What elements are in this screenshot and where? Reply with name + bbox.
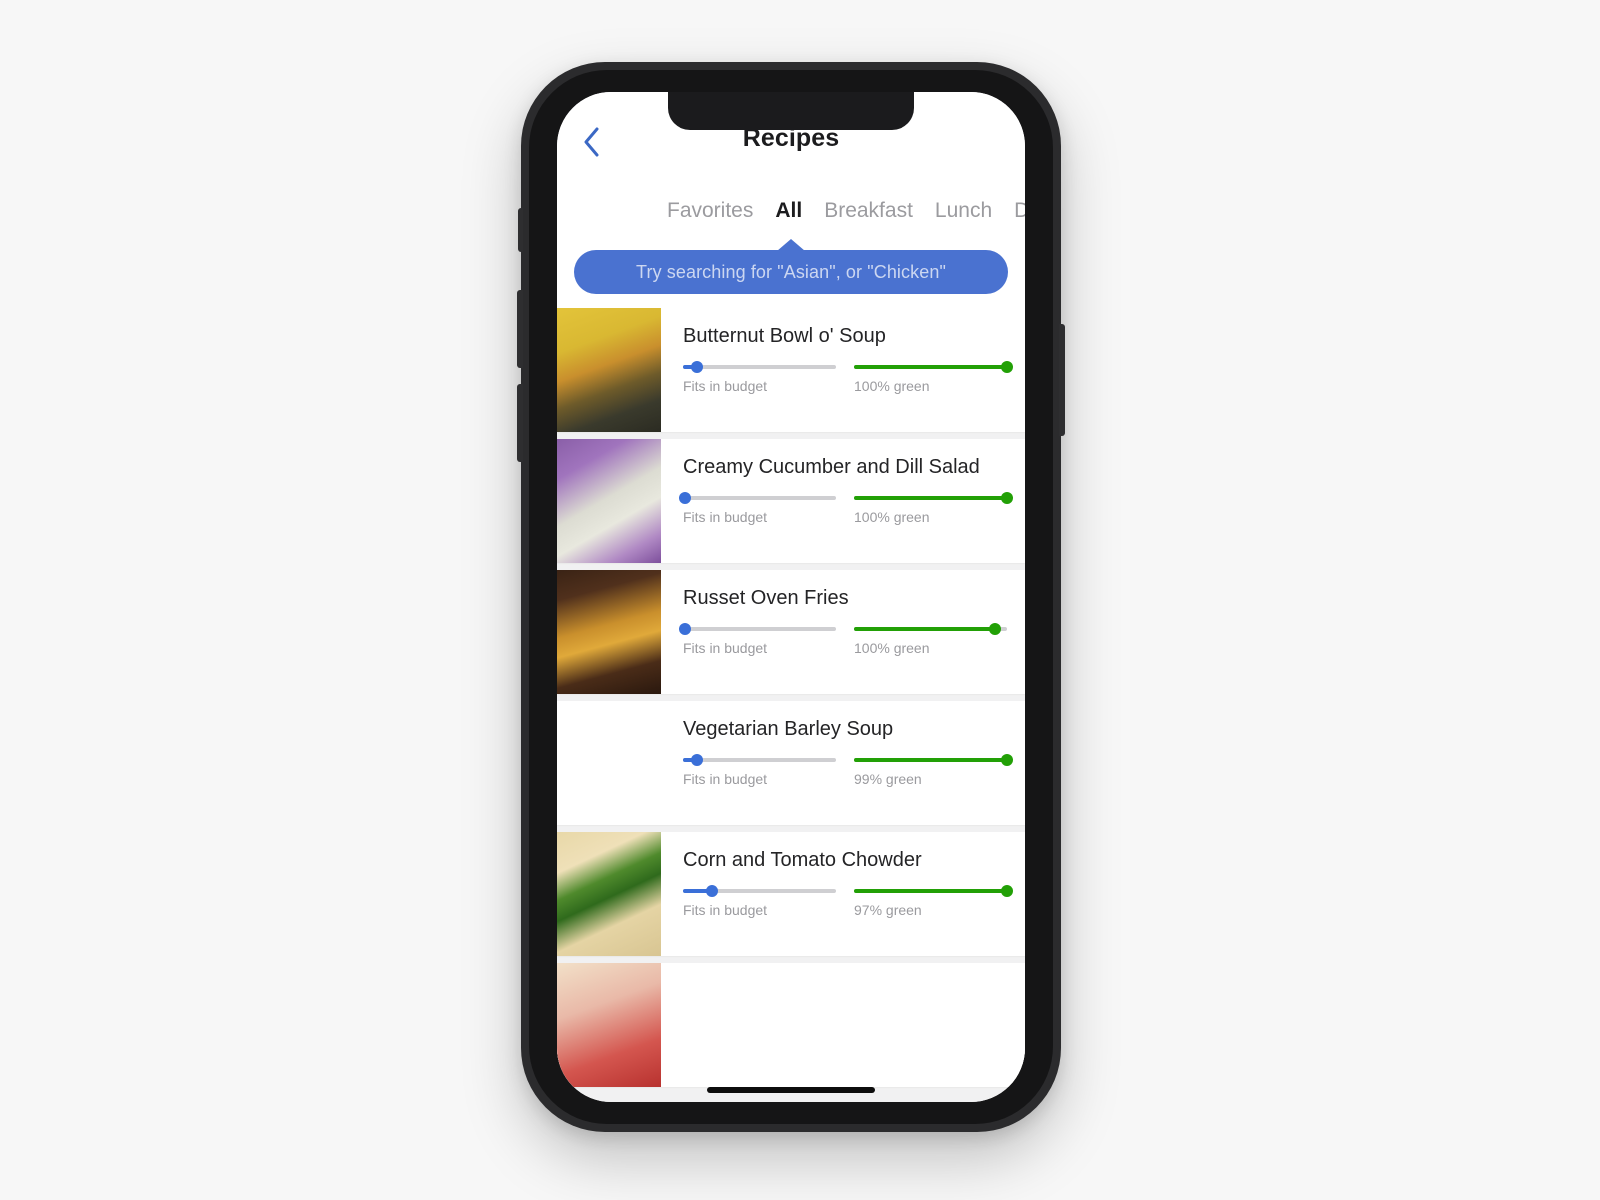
budget-label: Fits in budget: [683, 902, 768, 918]
screen-notch: [668, 92, 914, 130]
recipe-title: Vegetarian Barley Soup: [683, 718, 894, 740]
budget-meter[interactable]: Fits in budget: [678, 620, 836, 656]
recipe-card[interactable]: Russet Oven Fries Fits in budget 100% gree…: [557, 570, 1025, 694]
phone-device-frame: Recipes Favorites All Breakfast Lunch Di…: [517, 62, 1065, 1132]
recipe-list[interactable]: Butternut Bowl o' Soup Fits in budget 100%…: [557, 308, 1025, 1102]
volume-down-button[interactable]: [517, 384, 523, 462]
green-meter[interactable]: 100% green: [854, 489, 1013, 525]
recipe-meters: Fits in budget 97% green: [683, 882, 1013, 918]
search-hint-text: Try searching for "Asian", or "Chicken": [636, 261, 946, 282]
home-indicator: [707, 1087, 875, 1093]
green-label: 97% green: [854, 902, 922, 918]
budget-meter-track: [683, 885, 836, 897]
budget-meter[interactable]: Fits in budget: [683, 751, 836, 787]
recipe-title: Corn and Tomato Chowder: [683, 849, 922, 871]
recipe-title: Creamy Cucumber and Dill Salad: [683, 456, 980, 478]
green-meter-fill: [854, 365, 1007, 369]
green-meter-knob[interactable]: [988, 623, 1001, 635]
tab-dinner[interactable]: Di: [1014, 199, 1025, 223]
power-button[interactable]: [1059, 324, 1065, 436]
green-meter-knob[interactable]: [1001, 492, 1013, 504]
budget-meter-knob[interactable]: [678, 492, 691, 504]
tab-breakfast[interactable]: Breakfast: [824, 199, 913, 223]
recipe-card-body: Butternut Bowl o' Soup Fits in budget 100%…: [661, 308, 1025, 432]
tooltip-arrow-icon: [777, 239, 805, 251]
green-label: 100% green: [854, 378, 930, 394]
tab-all[interactable]: All: [775, 199, 802, 223]
tab-favorites[interactable]: Favorites: [667, 199, 753, 223]
tab-lunch[interactable]: Lunch: [935, 199, 992, 223]
green-meter-track: [854, 623, 1007, 635]
phone-screen: Recipes Favorites All Breakfast Lunch Di…: [557, 92, 1025, 1102]
budget-label: Fits in budget: [683, 771, 768, 787]
cucumber-salad-thumbnail: [557, 439, 661, 563]
recipe-meters: Fits in budget 100% green: [678, 489, 1013, 525]
green-meter-track: [854, 361, 1013, 373]
budget-label: Fits in budget: [683, 509, 768, 525]
green-meter-fill: [854, 496, 1007, 500]
green-meter-track: [854, 885, 1013, 897]
budget-meter-knob[interactable]: [690, 754, 703, 766]
green-label: 99% green: [854, 771, 922, 787]
oven-fries-thumbnail: [557, 570, 661, 694]
recipe-title: Russet Oven Fries: [683, 587, 849, 609]
recipe-card[interactable]: Vegetarian Barley Soup Fits in budget 99% …: [557, 701, 1025, 825]
recipe-card[interactable]: Butternut Bowl o' Soup Fits in budget 100%…: [557, 308, 1025, 432]
silent-switch-button[interactable]: [518, 208, 523, 252]
recipe-meters: Fits in budget 99% green: [683, 751, 1013, 787]
corn-chowder-thumbnail: [557, 832, 661, 956]
budget-meter-knob[interactable]: [706, 885, 719, 897]
budget-meter-knob[interactable]: [690, 361, 703, 373]
recipe-card-body: Russet Oven Fries Fits in budget 100% gree…: [661, 570, 1025, 694]
budget-meter[interactable]: Fits in budget: [678, 489, 836, 525]
green-meter-track: [854, 492, 1013, 504]
green-meter-knob[interactable]: [1001, 885, 1013, 897]
green-meter-track: [854, 754, 1013, 766]
green-label: 100% green: [854, 509, 930, 525]
budget-meter[interactable]: Fits in budget: [683, 358, 836, 394]
recipe-card-body: Creamy Cucumber and Dill Salad Fits in bu…: [661, 439, 1025, 563]
recipe-card[interactable]: Creamy Cucumber and Dill Salad Fits in bu…: [557, 439, 1025, 563]
green-meter-knob[interactable]: [1001, 361, 1013, 373]
recipe-card[interactable]: Corn and Tomato Chowder Fits in budget 97%…: [557, 832, 1025, 956]
category-tab-bar[interactable]: Favorites All Breakfast Lunch Di: [557, 188, 1025, 234]
budget-meter-knob[interactable]: [678, 623, 691, 635]
barley-soup-thumbnail: [557, 701, 661, 825]
recipe-card[interactable]: [557, 963, 1025, 1087]
partial-recipe-thumbnail: [557, 963, 661, 1087]
green-meter[interactable]: 100% green: [854, 620, 1007, 656]
recipe-title: Butternut Bowl o' Soup: [683, 325, 886, 347]
budget-meter-track: [683, 754, 836, 766]
budget-meter-track: [678, 492, 836, 504]
recipe-card-body: [661, 963, 1025, 1087]
screenshot-stage: Recipes Favorites All Breakfast Lunch Di…: [0, 0, 1600, 1200]
green-meter-fill: [854, 758, 1007, 762]
budget-meter-track: [683, 361, 836, 373]
budget-label: Fits in budget: [683, 640, 768, 656]
green-meter[interactable]: 100% green: [854, 358, 1013, 394]
green-meter-knob[interactable]: [1001, 754, 1013, 766]
green-meter[interactable]: 97% green: [854, 882, 1013, 918]
recipe-card-body: Corn and Tomato Chowder Fits in budget 97%…: [661, 832, 1025, 956]
green-meter-fill: [854, 889, 1007, 893]
butternut-soup-thumbnail: [557, 308, 661, 432]
green-label: 100% green: [854, 640, 930, 656]
green-meter-fill: [854, 627, 995, 631]
search-hint-tooltip[interactable]: Try searching for "Asian", or "Chicken": [574, 239, 1008, 294]
budget-meter-track: [678, 623, 836, 635]
budget-meter[interactable]: Fits in budget: [683, 882, 836, 918]
volume-up-button[interactable]: [517, 290, 523, 368]
recipe-card-body: Vegetarian Barley Soup Fits in budget 99% …: [661, 701, 1025, 825]
recipe-meters: Fits in budget 100% green: [678, 620, 1007, 656]
green-meter[interactable]: 99% green: [854, 751, 1013, 787]
search-hint-container: Try searching for "Asian", or "Chicken": [557, 234, 1025, 308]
recipe-meters: Fits in budget 100% green: [683, 358, 1013, 394]
budget-label: Fits in budget: [683, 378, 768, 394]
